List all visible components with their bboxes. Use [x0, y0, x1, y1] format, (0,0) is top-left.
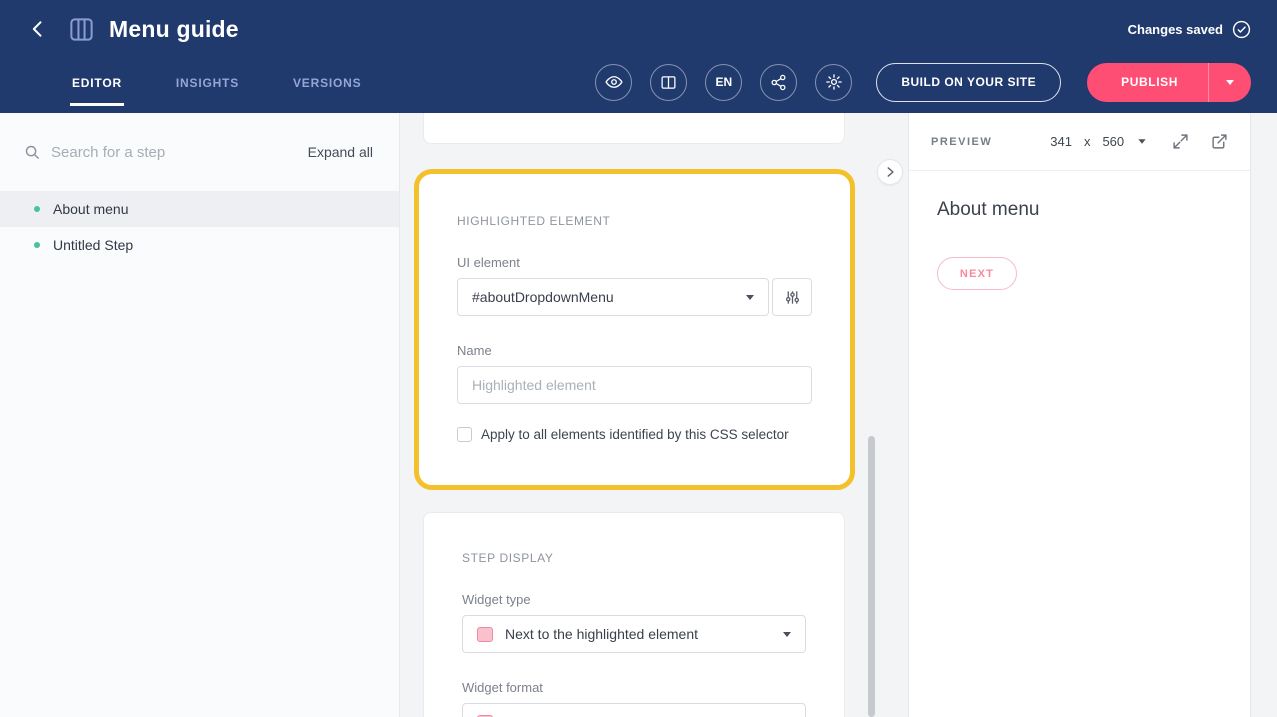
- preview-eye-button[interactable]: [595, 64, 632, 101]
- back-button[interactable]: [24, 15, 52, 43]
- widget-type-selected-value: Next to the highlighted element: [505, 626, 771, 642]
- chevron-down-icon: [746, 295, 754, 300]
- step-status-dot: [34, 242, 40, 248]
- chevron-left-icon: [28, 19, 48, 39]
- preview-next-button[interactable]: NEXT: [937, 257, 1017, 290]
- widget-format-select[interactable]: [462, 703, 806, 717]
- tab-insights[interactable]: INSIGHTS: [174, 66, 241, 106]
- ui-element-select[interactable]: #aboutDropdownMenu: [457, 278, 769, 316]
- chevron-down-icon: [783, 632, 791, 637]
- expand-preview-button[interactable]: [1172, 133, 1189, 150]
- tab-editor[interactable]: EDITOR: [70, 66, 124, 106]
- gear-icon: [825, 73, 843, 91]
- expand-all-link[interactable]: Expand all: [308, 144, 373, 160]
- widget-type-icon: [477, 627, 493, 642]
- language-button[interactable]: EN: [705, 64, 742, 101]
- topbar-actions: EN BUILD ON YOUR SITE PUBLISH: [595, 63, 1251, 102]
- step-item-about-menu[interactable]: About menu: [0, 191, 399, 227]
- preview-dimensions-dropdown[interactable]: 341 x 560: [1050, 134, 1146, 149]
- sidebar-search-row: Expand all: [0, 113, 399, 191]
- guide-title: Menu guide: [109, 16, 239, 43]
- section-title-highlighted-element: HIGHLIGHTED ELEMENT: [457, 214, 812, 228]
- changes-saved-label: Changes saved: [1128, 22, 1223, 37]
- settings-button[interactable]: [815, 64, 852, 101]
- changes-saved-status: Changes saved: [1128, 20, 1251, 39]
- chevron-down-icon: [1139, 139, 1146, 144]
- preview-height-value: 560: [1102, 134, 1124, 149]
- publish-label: PUBLISH: [1087, 75, 1208, 89]
- name-label: Name: [457, 343, 812, 358]
- eye-icon: [605, 73, 623, 91]
- app-logo-icon: [68, 16, 95, 43]
- preview-header: PREVIEW 341 x 560: [909, 113, 1250, 171]
- expand-icon: [1172, 133, 1189, 150]
- publish-dropdown-button[interactable]: [1209, 63, 1251, 102]
- share-icon: [770, 74, 787, 91]
- preview-panel: PREVIEW 341 x 560 About menu NEXT: [908, 113, 1251, 717]
- preview-step-heading: About menu: [937, 199, 1222, 221]
- element-selector-settings-button[interactable]: [772, 278, 812, 316]
- language-label: EN: [715, 75, 732, 89]
- dimensions-separator: x: [1084, 134, 1091, 149]
- collapse-preview-button[interactable]: [877, 159, 903, 185]
- apply-all-label: Apply to all elements identified by this…: [481, 427, 789, 442]
- external-link-icon: [1211, 133, 1228, 150]
- open-in-new-tab-button[interactable]: [1211, 133, 1228, 150]
- apply-all-checkbox-row[interactable]: Apply to all elements identified by this…: [457, 427, 812, 442]
- apply-all-checkbox[interactable]: [457, 427, 472, 442]
- step-item-label: About menu: [53, 201, 129, 217]
- step-display-card: STEP DISPLAY Widget type Next to the hig…: [423, 512, 845, 717]
- chevron-down-icon: [1226, 80, 1234, 85]
- tab-versions[interactable]: VERSIONS: [291, 66, 363, 106]
- search-icon: [24, 144, 41, 161]
- topbar-row-1: Menu guide Changes saved: [0, 0, 1277, 58]
- ui-element-selected-value: #aboutDropdownMenu: [472, 289, 746, 305]
- highlighted-element-name-input[interactable]: [457, 366, 812, 404]
- editor-tabs: EDITOR INSIGHTS VERSIONS: [70, 58, 363, 106]
- build-on-your-site-button[interactable]: BUILD ON YOUR SITE: [876, 63, 1061, 102]
- widget-format-label: Widget format: [462, 680, 806, 695]
- ui-element-label: UI element: [457, 255, 812, 270]
- layout-panel-icon: [660, 74, 677, 91]
- layout-panel-button[interactable]: [650, 64, 687, 101]
- preview-title: PREVIEW: [931, 136, 992, 148]
- widget-type-select[interactable]: Next to the highlighted element: [462, 615, 806, 653]
- preview-body: About menu NEXT: [909, 171, 1250, 318]
- check-circle-icon: [1232, 20, 1251, 39]
- topbar: Menu guide Changes saved EDITOR INSIGHTS…: [0, 0, 1277, 113]
- widget-type-label: Widget type: [462, 592, 806, 607]
- share-button[interactable]: [760, 64, 797, 101]
- steps-sidebar: Expand all About menu Untitled Step: [0, 113, 400, 717]
- topbar-row-2: EDITOR INSIGHTS VERSIONS EN: [0, 58, 1277, 106]
- publish-button[interactable]: PUBLISH: [1087, 63, 1251, 102]
- chevron-right-icon: [883, 165, 897, 179]
- step-status-dot: [34, 206, 40, 212]
- editor-scrollbar-thumb[interactable]: [868, 436, 875, 717]
- previous-settings-card-partial: [423, 113, 845, 144]
- sliders-icon: [784, 289, 801, 306]
- search-step-input[interactable]: [51, 144, 298, 161]
- section-title-step-display: STEP DISPLAY: [462, 551, 806, 565]
- step-item-label: Untitled Step: [53, 237, 133, 253]
- highlighted-element-card: HIGHLIGHTED ELEMENT UI element #aboutDro…: [414, 169, 855, 490]
- preview-width-value: 341: [1050, 134, 1072, 149]
- step-item-untitled-step[interactable]: Untitled Step: [0, 227, 399, 263]
- preview-header-icons: [1172, 133, 1228, 150]
